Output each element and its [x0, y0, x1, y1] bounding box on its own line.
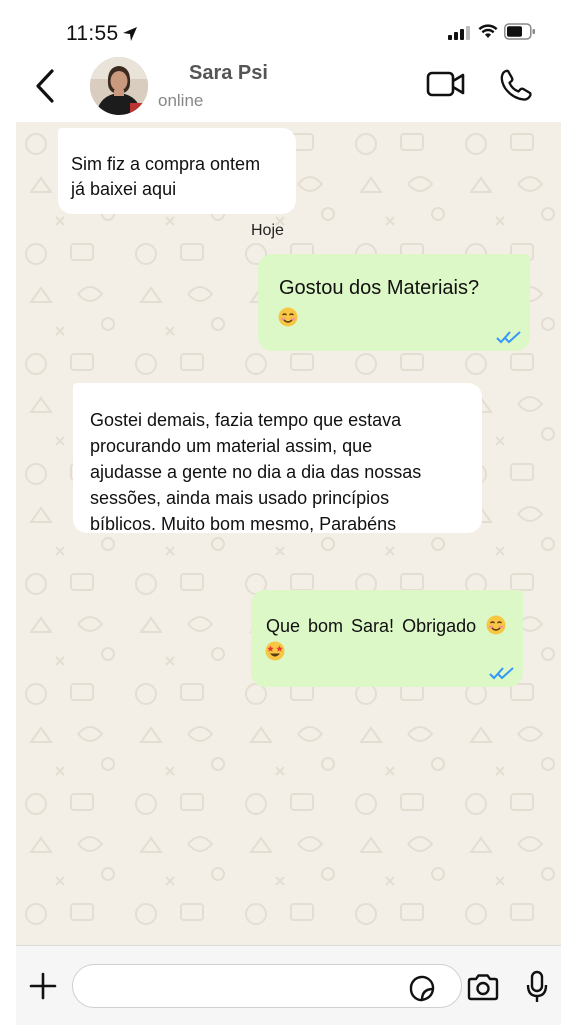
chat-header: Sara Psi online [0, 52, 576, 122]
sticker-icon[interactable] [408, 975, 436, 1003]
contact-avatar[interactable] [90, 57, 148, 115]
chat-area[interactable]: Sim fiz a compra ontem já baixei aqui Ho… [16, 122, 561, 945]
wifi-icon [478, 24, 498, 38]
message-text-line: Gostei demais, fazia tempo que estava [90, 410, 402, 430]
incoming-message[interactable]: Sim fiz a compra ontem já baixei aqui [58, 128, 296, 214]
message-text-line: procurando um material assim, que [90, 436, 373, 456]
back-chevron-icon[interactable] [30, 68, 60, 104]
read-ticks-icon [489, 667, 514, 680]
contact-status: online [158, 91, 204, 110]
incoming-message[interactable]: Gostei demais, fazia tempo que estava pr… [73, 383, 482, 534]
avatar-photo-icon [90, 57, 148, 115]
cellular-signal-icon [448, 26, 470, 40]
outgoing-message[interactable]: Que bom Sara! Obrigado [251, 590, 523, 687]
read-ticks-icon [496, 331, 521, 344]
video-call-icon[interactable] [426, 70, 466, 98]
contact-name[interactable]: Sara Psi [189, 62, 268, 85]
status-time: 11:55 [66, 22, 119, 45]
message-text-line: ajudasse a gente no dia a dia das nossas [90, 462, 422, 482]
date-separator: Hoje [251, 222, 284, 239]
voice-call-icon[interactable] [499, 68, 533, 102]
smiling-face-icon [486, 615, 506, 635]
smiling-face-icon [278, 307, 298, 327]
message-text-line: Sim fiz a compra ontem [71, 154, 261, 174]
message-text-line: já baixei aqui [71, 179, 177, 199]
camera-icon[interactable] [466, 973, 500, 1001]
message-text-line: Que bom Sara! Obrigado [266, 613, 506, 639]
status-bar: 11:55 [0, 0, 576, 52]
message-input[interactable] [72, 964, 462, 1008]
outgoing-message[interactable]: Gostou dos Materiais? [258, 254, 530, 351]
microphone-icon[interactable] [525, 970, 549, 1004]
battery-icon [504, 23, 535, 40]
message-text-line: bíblicos. Muito bom mesmo, Parabéns [90, 514, 397, 534]
star-struck-icon [265, 641, 285, 661]
plus-icon[interactable] [28, 971, 58, 1001]
message-text: Que bom Sara! Obrigado [266, 616, 477, 636]
location-arrow-icon [123, 27, 137, 41]
message-composer-bar [16, 945, 561, 1025]
message-text-line: sessões, ainda mais usado princípios [90, 488, 390, 508]
message-text-line: Gostou dos Materiais? [279, 277, 480, 299]
